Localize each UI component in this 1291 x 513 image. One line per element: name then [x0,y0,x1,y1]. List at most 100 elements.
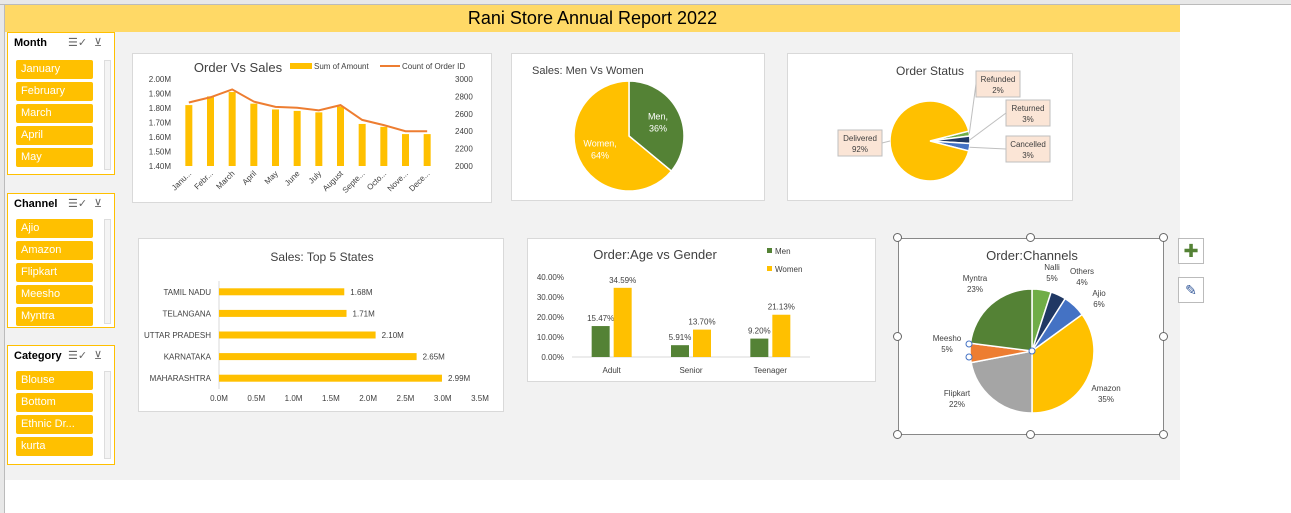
bar [315,112,323,166]
y-tick-label: 1.80M [149,104,172,113]
multi-select-icon[interactable]: ☰✓ [68,36,87,49]
slicer-item[interactable]: April [16,126,93,145]
data-label: 5% [1046,274,1058,283]
data-label: 1.68M [350,288,373,297]
y-tick-label: 1.90M [149,90,172,99]
x-tick-label: May [263,169,280,186]
chart-channels[interactable]: Order:Channels Nalli 5% Others 4% Ajio 6% Amazo… [898,238,1164,435]
bar [293,110,301,166]
bar [219,288,345,296]
bar [207,96,214,166]
bar [613,287,632,357]
resize-handle[interactable] [893,332,902,341]
bar [693,329,711,357]
resize-handle[interactable] [1026,430,1035,439]
y-tick-label: 1.60M [149,133,172,142]
y-tick-label: 2200 [455,145,473,154]
slicer-channel[interactable]: Channel ☰✓ ⊻ Ajio Amazon Flipkart Meesho… [7,193,115,328]
slicer-item[interactable]: Blouse [16,371,93,390]
y-tick-label: 2.00M [149,75,172,84]
x-tick-label: Nove... [386,169,410,193]
chart-title: Sales: Top 5 States [270,250,373,264]
x-tick-label: Octo... [365,169,388,192]
y-tick-label: UTTAR PRADESH [144,331,211,340]
slicer-item[interactable]: Ethnic Dr... [16,415,93,434]
multi-select-icon[interactable]: ☰✓ [68,349,87,362]
slicer-item[interactable]: Meesho [16,285,93,304]
bar [358,123,366,166]
clear-filter-icon[interactable]: ⊻ [94,36,102,49]
pie-slice [969,288,1033,352]
x-tick-label: Adult [603,366,622,375]
chart-title: Order:Age vs Gender [593,247,717,262]
slicer-item[interactable]: Ajio [16,219,93,238]
multi-select-icon[interactable]: ☰✓ [68,197,87,210]
report-title: Rani Store Annual Report 2022 [5,5,1180,32]
legend-swatch [767,248,772,253]
legend-label: Sum of Amount [314,62,369,71]
slicer-month[interactable]: Month ☰✓ ⊻ January February March April … [7,32,115,175]
y-tick-label: 30.00% [537,293,564,302]
plus-icon[interactable]: ✚ [1178,238,1204,264]
x-tick-label: Septe... [341,169,367,195]
data-label: Women, [583,139,616,149]
slicer-item[interactable]: kurta [16,437,93,456]
slicer-item[interactable]: January [16,60,93,79]
data-label: 5% [941,345,953,354]
y-tick-label: 0.00% [541,353,564,362]
clear-filter-icon[interactable]: ⊻ [94,197,102,210]
data-label: 2% [992,86,1004,95]
resize-handle[interactable] [1159,233,1168,242]
chart-top-states[interactable]: Sales: Top 5 States TAMIL NADU 1.68M TELANG… [138,238,504,412]
data-label: 1.71M [353,309,376,318]
resize-handle[interactable] [1159,332,1168,341]
slicer-scrollbar[interactable] [104,60,111,170]
data-label: Men, [648,111,668,121]
resize-handle[interactable] [1159,430,1168,439]
chart-age-vs-gender[interactable]: Order:Age vs Gender Men Women 0.00% 10.00% 20… [527,238,876,382]
slicer-scrollbar[interactable] [104,371,111,459]
slicer-channel-title: Channel [14,198,58,210]
y-tick-label: 10.00% [537,333,564,342]
slicer-item[interactable]: Amazon [16,241,93,260]
chart-title: Order:Channels [986,248,1078,263]
chart-title: Order Vs Sales [194,60,283,75]
chart-order-vs-sales[interactable]: Order Vs Sales Sum of Amount Count of Orde… [132,53,492,203]
resize-handle[interactable] [1026,233,1035,242]
x-tick-label: July [307,169,323,185]
slicer-item[interactable]: March [16,104,93,123]
legend-swatch [767,266,772,271]
data-label: 6% [1093,300,1105,309]
resize-handle[interactable] [893,233,902,242]
data-label: Returned [1012,104,1045,113]
chart-men-vs-women[interactable]: Sales: Men Vs Women Men, 36% Women, 64% [511,53,765,201]
slicer-item[interactable]: February [16,82,93,101]
y-tick-label: 20.00% [537,313,564,322]
chart-title: Order Status [896,64,964,78]
brush-icon[interactable]: ✎ [1178,277,1204,303]
x-tick-label: 0.5M [247,394,265,403]
chart-title: Sales: Men Vs Women [532,65,644,77]
data-label: 64% [591,151,609,161]
slicer-item[interactable]: May [16,148,93,167]
x-tick-label: Dece... [407,169,431,193]
bar [219,309,347,317]
bar [228,92,236,166]
data-label: Cancelled [1010,140,1046,149]
data-label: Nalli [1044,263,1060,272]
chart-order-status[interactable]: Order Status Delivered 92% Refunded 2% Return… [787,53,1073,201]
resize-handle[interactable] [893,430,902,439]
y-tick-label: KARNATAKA [164,353,212,362]
data-label: 9.20% [748,327,771,336]
data-label: 2.65M [423,353,446,362]
slicer-category[interactable]: Category ☰✓ ⊻ Blouse Bottom Ethnic Dr...… [7,345,115,465]
bar [750,338,769,357]
slicer-item[interactable]: Bottom [16,393,93,412]
slicer-item[interactable]: Flipkart [16,263,93,282]
legend-swatch [290,63,312,69]
x-tick-label: 3.5M [471,394,489,403]
legend-label: Count of Order ID [402,62,465,71]
slicer-scrollbar[interactable] [104,219,111,324]
clear-filter-icon[interactable]: ⊻ [94,349,102,362]
slicer-item[interactable]: Myntra [16,307,93,326]
